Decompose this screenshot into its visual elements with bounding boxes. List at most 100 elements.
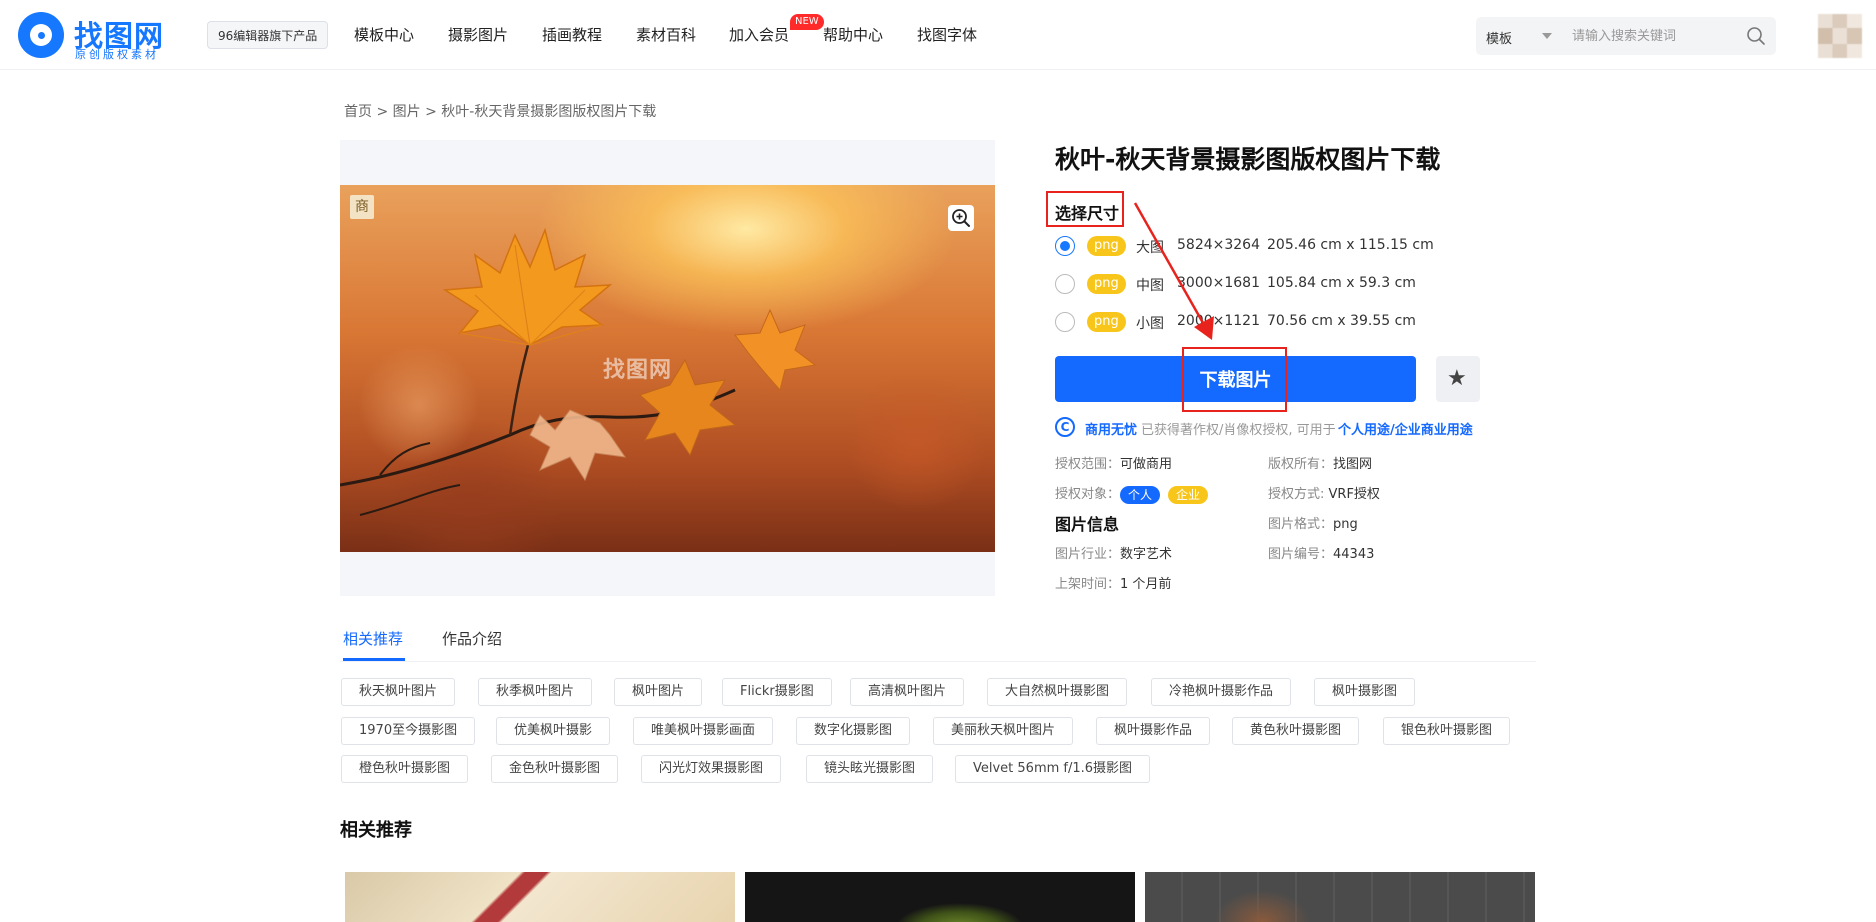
keyword-chip[interactable]: 大自然枫叶摄影图 <box>987 678 1128 706</box>
page-title: 秋叶-秋天背景摄影图版权图片下载 <box>1055 145 1441 174</box>
keyword-chip[interactable]: 黄色秋叶摄影图 <box>1232 717 1360 745</box>
size-cm: 205.46 cm x 115.15 cm <box>1267 237 1434 253</box>
keyword-chip[interactable]: 唯美枫叶摄影画面 <box>633 717 774 745</box>
format-badge: png <box>1087 274 1126 294</box>
meta-time: 上架时间：1 个月前 <box>1055 573 1171 592</box>
keyword-chip[interactable]: 秋天枫叶图片 <box>341 678 456 706</box>
keyword-chip[interactable]: Velvet 56mm f/1.6摄影图 <box>955 755 1151 783</box>
meta-method: 授权方式: VRF授权 <box>1268 483 1380 502</box>
logo-tagline: 原创版权素材 <box>75 48 159 61</box>
breadcrumb[interactable]: 首页 > 图片 > 秋叶-秋天背景摄影图版权图片下载 <box>344 101 656 121</box>
chevron-down-icon[interactable] <box>1542 33 1552 39</box>
logo-dot <box>38 32 45 39</box>
meta-scope: 授权范围：可做商用 <box>1055 453 1172 472</box>
size-name: 中图 <box>1136 278 1164 294</box>
zoom-button[interactable] <box>948 205 974 231</box>
format-badge: png <box>1087 236 1126 256</box>
keyword-chip[interactable]: 数字化摄影图 <box>796 717 911 745</box>
license-link[interactable]: 个人用途/企业商业用途 <box>1338 419 1473 438</box>
annotation-box-download <box>1182 347 1287 412</box>
keyword-chip[interactable]: 金色秋叶摄影图 <box>491 755 619 783</box>
keyword-chip[interactable]: 枫叶图片 <box>614 678 703 706</box>
keyword-chip[interactable]: 美丽秋天枫叶图片 <box>933 717 1074 745</box>
favorite-button[interactable]: ★ <box>1436 356 1480 402</box>
keyword-chip[interactable]: Flickr摄影图 <box>722 678 832 706</box>
meta-label: 图片格式： <box>1268 517 1334 532</box>
size-radio-large[interactable] <box>1055 236 1075 256</box>
top-header: 找图网 原创版权素材 96编辑器旗下产品 模板中心 摄影图片 插画教程 素材百科… <box>0 0 1876 70</box>
search-type-select[interactable]: 模板 <box>1486 28 1512 47</box>
related-thumbnail[interactable] <box>345 872 735 922</box>
meta-label: 授权对象： <box>1055 487 1121 502</box>
nav-photography[interactable]: 摄影图片 <box>448 24 508 45</box>
related-section-title: 相关推荐 <box>340 820 412 841</box>
tab-introduction[interactable]: 作品介绍 <box>442 628 502 649</box>
keyword-chip[interactable]: 冷艳枫叶摄影作品 <box>1151 678 1292 706</box>
related-thumbnail[interactable] <box>1145 872 1535 922</box>
size-cm: 70.56 cm x 39.55 cm <box>1267 313 1416 329</box>
size-pixels: 2000×1121 <box>1177 313 1260 329</box>
site-logo[interactable]: 找图网 原创版权素材 <box>18 12 178 61</box>
size-radio-small[interactable] <box>1055 312 1075 332</box>
keyword-chip[interactable]: 橙色秋叶摄影图 <box>341 755 469 783</box>
copyright-icon: C <box>1055 417 1075 437</box>
tab-related[interactable]: 相关推荐 <box>343 628 403 649</box>
size-name: 小图 <box>1136 316 1164 332</box>
meta-label: 图片编号： <box>1268 547 1334 562</box>
size-name: 大图 <box>1136 240 1164 256</box>
meta-label: 授权范围： <box>1055 457 1121 472</box>
keyword-chip[interactable]: 高清枫叶图片 <box>850 678 965 706</box>
format-badge: png <box>1087 312 1126 332</box>
meta-target: 授权对象： 个人 企业 <box>1055 483 1209 504</box>
meta-value: 数字艺术 <box>1120 547 1173 562</box>
keyword-chip[interactable]: 银色秋叶摄影图 <box>1383 717 1511 745</box>
meta-industry: 图片行业：数字艺术 <box>1055 543 1172 562</box>
zoom-in-icon <box>952 209 970 227</box>
nav-materials[interactable]: 素材百科 <box>636 24 696 45</box>
meta-value: 44343 <box>1333 547 1375 562</box>
keyword-chip[interactable]: 镜头眩光摄影图 <box>806 755 934 783</box>
meta-value: 找图网 <box>1333 457 1373 472</box>
meta-value: 可做商用 <box>1120 457 1173 472</box>
nav-membership[interactable]: 加入会员 <box>729 24 789 45</box>
meta-id: 图片编号：44343 <box>1268 543 1374 562</box>
meta-owner: 版权所有：找图网 <box>1268 453 1372 472</box>
commercial-badge: 商 <box>350 195 374 219</box>
tag-personal: 个人 <box>1120 485 1161 504</box>
annotation-box-size <box>1046 191 1124 227</box>
meta-value: png <box>1333 517 1358 532</box>
search-input[interactable] <box>1572 21 1732 51</box>
meta-label: 版权所有： <box>1268 457 1334 472</box>
license-strong: 商用无忧 <box>1085 423 1138 438</box>
keyword-chip[interactable]: 秋季枫叶图片 <box>478 678 593 706</box>
star-icon: ★ <box>1447 365 1467 390</box>
meta-value: 1 个月前 <box>1120 577 1172 592</box>
size-pixels: 3000×1681 <box>1177 275 1260 291</box>
watermark: 找图网 <box>603 358 673 383</box>
keyword-chip[interactable]: 1970至今摄影图 <box>341 717 476 745</box>
nav-fonts[interactable]: 找图字体 <box>917 24 977 45</box>
avatar[interactable] <box>1818 14 1862 58</box>
meta-label: 授权方式: <box>1268 487 1325 502</box>
parent-product-badge[interactable]: 96编辑器旗下产品 <box>207 21 329 49</box>
nav-templates[interactable]: 模板中心 <box>354 24 414 45</box>
meta-format: 图片格式：png <box>1268 513 1358 532</box>
keyword-chip[interactable]: 枫叶摄影作品 <box>1096 717 1211 745</box>
nav-illustration[interactable]: 插画教程 <box>542 24 602 45</box>
meta-label: 图片行业： <box>1055 547 1121 562</box>
tag-company: 企业 <box>1168 485 1209 504</box>
keyword-chip[interactable]: 优美枫叶摄影 <box>496 717 611 745</box>
license-text: 已获得著作权/肖像权授权, 可用于 <box>1141 423 1336 438</box>
related-thumbnail[interactable] <box>745 872 1135 922</box>
size-cm: 105.84 cm x 59.3 cm <box>1267 275 1416 291</box>
size-radio-medium[interactable] <box>1055 274 1075 294</box>
nav-help[interactable]: 帮助中心 <box>823 24 883 45</box>
meta-value: VRF授权 <box>1328 487 1380 502</box>
keyword-chip[interactable]: 闪光灯效果摄影图 <box>641 755 782 783</box>
keyword-chip[interactable]: 枫叶摄影图 <box>1314 678 1416 706</box>
new-badge: NEW <box>790 14 824 30</box>
search-icon[interactable] <box>1746 26 1766 46</box>
search-bar: 模板 <box>1476 17 1776 55</box>
size-pixels: 5824×3264 <box>1177 237 1260 253</box>
meta-label: 上架时间： <box>1055 577 1121 592</box>
